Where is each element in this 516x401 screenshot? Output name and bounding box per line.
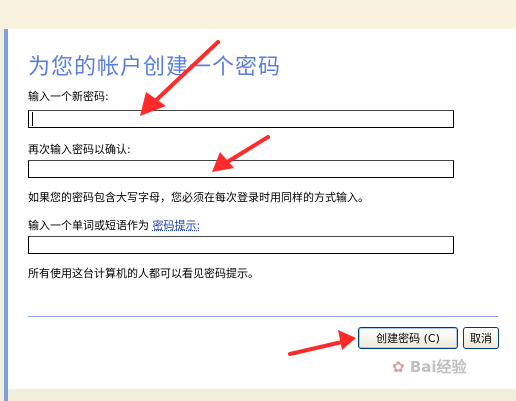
window-top-band: [0, 0, 516, 29]
text-caret: [32, 112, 33, 126]
create-password-button[interactable]: 创建密码 (C): [358, 327, 458, 349]
password-hint-link[interactable]: 密码提示:: [153, 219, 201, 232]
separator-line: [28, 316, 498, 317]
confirm-password-field[interactable]: [28, 160, 454, 178]
watermark: ✿ Bai经验: [392, 356, 467, 377]
new-password-field[interactable]: [28, 110, 454, 128]
password-hint-label: 输入一个单词或短语作为 密码提示:: [28, 217, 200, 233]
watermark-text: Bai经验: [409, 358, 467, 376]
hint-visibility-note: 所有使用这台计算机的人都可以看见密码提示。: [28, 267, 259, 280]
password-hint-label-text: 输入一个单词或短语作为: [28, 219, 149, 232]
window-bottom-band: [8, 389, 516, 401]
cancel-button[interactable]: 取消: [463, 327, 499, 349]
password-hint-field[interactable]: [28, 236, 454, 254]
window-blue-edge: [4, 29, 8, 401]
red-arrow-icon: [288, 330, 356, 356]
paw-icon: ✿: [392, 358, 405, 376]
confirm-password-label: 再次输入密码以确认:: [28, 143, 131, 156]
case-sensitivity-note: 如果您的密码包含大写字母，您必须在每次登录时用同样的方式输入。: [28, 191, 369, 204]
page-title: 为您的帐户创建一个密码: [28, 55, 282, 80]
new-password-label: 输入一个新密码:: [28, 90, 109, 103]
